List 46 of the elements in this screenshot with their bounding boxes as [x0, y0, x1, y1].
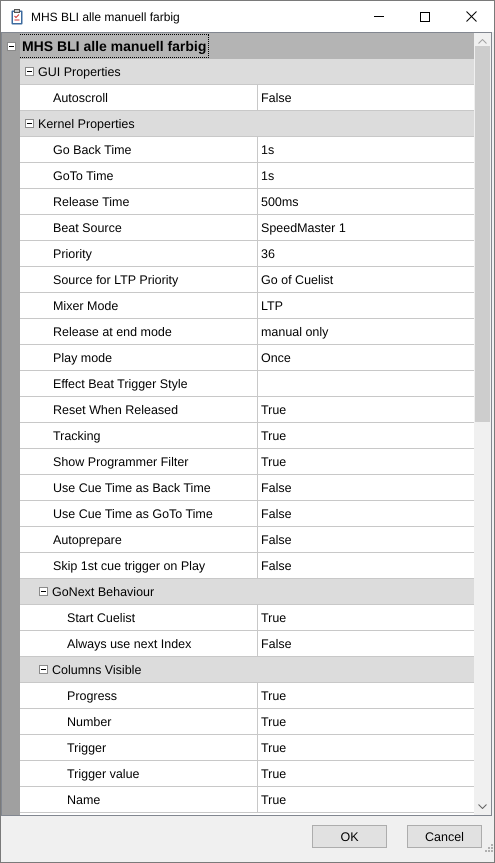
category-row[interactable]: GUI Properties: [20, 59, 474, 85]
maximize-icon: [420, 12, 430, 22]
property-name[interactable]: Reset When Released: [20, 397, 258, 423]
property-name[interactable]: Autoprepare: [20, 527, 258, 553]
property-name[interactable]: Name: [20, 787, 258, 813]
property-name[interactable]: Mixer Mode: [20, 293, 258, 319]
property-name[interactable]: Start Cuelist: [20, 605, 258, 631]
collapse-icon[interactable]: [25, 119, 34, 128]
scroll-thumb[interactable]: [475, 46, 490, 422]
category-row[interactable]: GoNext Behaviour: [20, 579, 474, 605]
close-icon: [466, 11, 476, 22]
property-name[interactable]: Tracking: [20, 423, 258, 449]
category-label: Columns Visible: [52, 662, 142, 676]
property-name[interactable]: Go Back Time: [20, 137, 258, 163]
property-name[interactable]: Number: [20, 709, 258, 735]
collapse-icon[interactable]: [25, 67, 34, 76]
property-name[interactable]: Show Programmer Filter: [20, 449, 258, 475]
property-name[interactable]: Progress: [20, 683, 258, 709]
ok-button[interactable]: OK: [312, 825, 387, 848]
property-name[interactable]: Trigger: [20, 735, 258, 761]
category-row[interactable]: Kernel Properties: [20, 111, 474, 137]
category-row[interactable]: Columns Visible: [20, 657, 474, 683]
property-name[interactable]: Release Time: [20, 189, 258, 215]
property-name[interactable]: Trigger value: [20, 761, 258, 787]
clipboard-icon: [11, 8, 23, 24]
resize-grip-icon[interactable]: [484, 843, 493, 852]
property-name[interactable]: GoTo Time: [20, 163, 258, 189]
property-name[interactable]: Source for LTP Priority: [20, 267, 258, 293]
property-name[interactable]: Release at end mode: [20, 319, 258, 345]
category-label: GoNext Behaviour: [52, 584, 154, 598]
category-label: GUI Properties: [38, 64, 121, 78]
collapse-icon[interactable]: [6, 42, 16, 50]
cancel-button[interactable]: Cancel: [407, 825, 482, 848]
scrollbar[interactable]: [474, 33, 491, 815]
collapse-icon[interactable]: [39, 665, 48, 674]
property-name[interactable]: Priority: [20, 241, 258, 267]
minimize-icon: [374, 16, 384, 17]
property-name[interactable]: Use Cue Time as Back Time: [20, 475, 258, 501]
category-label: Kernel Properties: [38, 116, 135, 130]
property-name[interactable]: Use Cue Time as GoTo Time: [20, 501, 258, 527]
scroll-down-icon[interactable]: [478, 804, 487, 809]
property-name[interactable]: Play mode: [20, 345, 258, 371]
collapse-icon[interactable]: [39, 587, 48, 596]
window-title: MHS BLI alle manuell farbig: [31, 10, 181, 24]
property-name[interactable]: Effect Beat Trigger Style: [20, 371, 258, 397]
property-name[interactable]: Beat Source: [20, 215, 258, 241]
